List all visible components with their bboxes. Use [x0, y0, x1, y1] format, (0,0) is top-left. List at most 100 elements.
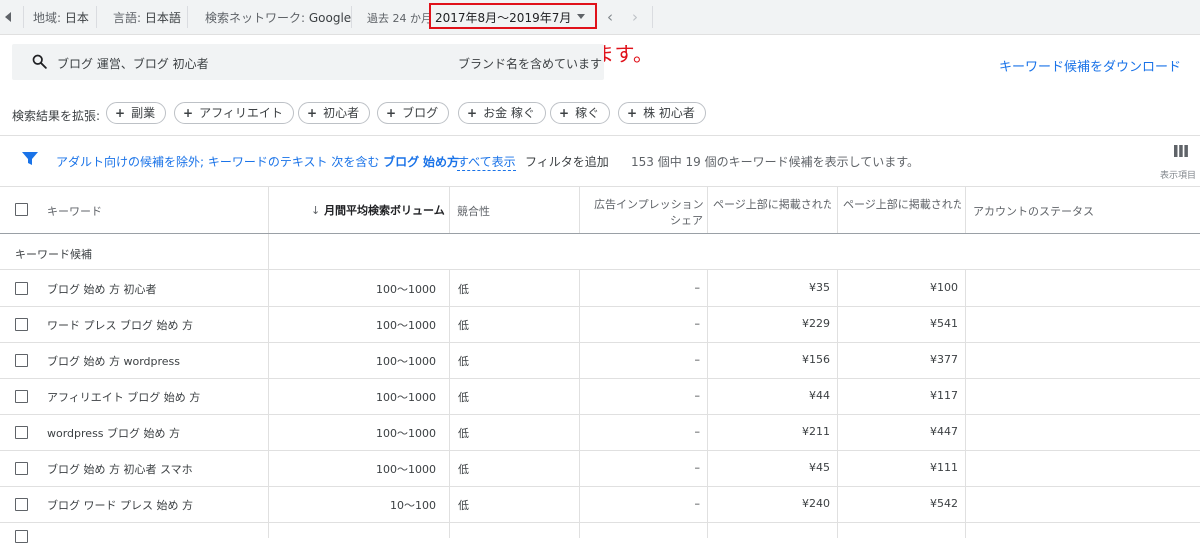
bid-high-cell: ¥117 — [930, 389, 958, 402]
chevron-left-icon[interactable]: ‹ — [607, 8, 613, 26]
show-all-link[interactable]: すべて表示 — [457, 153, 516, 171]
search-icon — [32, 54, 47, 69]
keyword-cell: ワード プレス ブログ 始め 方 — [47, 319, 193, 332]
bid-high-cell: ¥447 — [930, 425, 958, 438]
volume-cell: 100～1000 — [376, 463, 436, 476]
bid-high-cell: ¥100 — [930, 281, 958, 294]
row-checkbox[interactable] — [15, 390, 28, 403]
date-range-value: 2017年8月～2019年7月 — [435, 11, 572, 25]
filter-term: 始め方 — [423, 155, 460, 169]
column-divider — [579, 187, 580, 233]
chip-label: ブログ — [402, 106, 439, 120]
location-value: 日本 — [64, 11, 89, 25]
volume-cell: 10～100 — [390, 499, 436, 512]
keyword-cell: wordpress ブログ 始め 方 — [47, 427, 181, 440]
brand-option[interactable]: ブランド名を含めています — [458, 55, 602, 72]
columns-label: 表示項目 — [1160, 171, 1197, 181]
row-checkbox[interactable] — [15, 282, 28, 295]
row-checkbox[interactable] — [15, 426, 28, 439]
column-divider — [707, 187, 708, 233]
column-divider — [449, 187, 450, 233]
expand-chip[interactable]: + 副業 — [106, 102, 167, 124]
bid-low-cell: ¥44 — [809, 389, 830, 402]
header-divider — [0, 233, 1200, 234]
divider — [96, 6, 97, 28]
expand-chip[interactable]: + 稼ぐ — [550, 102, 611, 124]
location-label: 地域: — [33, 11, 62, 25]
row-checkbox[interactable] — [15, 462, 28, 475]
network-filter[interactable]: 検索ネットワーク: Google — [205, 9, 351, 26]
add-filter-button[interactable]: フィルタを追加 — [525, 153, 609, 170]
row-checkbox[interactable] — [15, 318, 28, 331]
date-range-select[interactable]: 2017年8月～2019年7月 — [429, 3, 597, 29]
table-row[interactable]: ブログ 始め 方 初心者 スマホ 100～1000 低 – ¥45 ¥111 — [0, 450, 1200, 487]
column-divider — [965, 187, 966, 233]
table-row[interactable]: アフィリエイト ブログ 始め 方 100～1000 低 – ¥44 ¥117 — [0, 378, 1200, 415]
language-label: 言語: — [113, 11, 142, 25]
chip-label: 株 初心者 — [643, 106, 695, 120]
language-filter[interactable]: 言語: 日本語 — [113, 9, 181, 26]
dropdown-arrow-icon — [577, 14, 585, 19]
divider — [187, 6, 188, 28]
keyword-cell: ブログ 始め 方 初心者 — [47, 283, 157, 296]
bid-low-cell: ¥211 — [802, 425, 830, 438]
row-checkbox[interactable] — [15, 498, 28, 511]
filter-icon[interactable] — [22, 152, 38, 166]
active-filter[interactable]: アダルト向けの候補を除外; キーワードのテキスト 次を含む ブログ 始め方 — [56, 153, 459, 170]
row-checkbox[interactable] — [15, 530, 28, 543]
header-volume[interactable]: ↓ 月間平均検索ボリューム — [311, 202, 445, 218]
bid-low-cell: ¥35 — [809, 281, 830, 294]
expand-chip[interactable]: + 初心者 — [298, 102, 371, 124]
plus-icon: + — [559, 106, 570, 120]
plus-icon: + — [627, 106, 638, 120]
filter-bar: 地域: 日本 言語: 日本語 検索ネットワーク: Google 過去 24 か月… — [0, 0, 1200, 35]
header-account-status[interactable]: アカウントのステータス — [973, 203, 1094, 219]
expand-label: 検索結果を拡張: — [12, 109, 101, 123]
expand-chip[interactable]: + お金 稼ぐ — [458, 102, 546, 124]
plus-icon: + — [115, 106, 126, 120]
chip-label: 稼ぐ — [575, 106, 600, 120]
table-row[interactable]: ブログ 始め 方 初心者 100～1000 低 – ¥35 ¥100 — [0, 270, 1200, 307]
table-row[interactable]: ワード プレス ブログ 始め 方 100～1000 低 – ¥229 ¥541 — [0, 306, 1200, 343]
keyword-cell: ブログ 始め 方 初心者 スマホ — [47, 463, 193, 476]
expand-chip[interactable]: + アフィリエイト — [174, 102, 294, 124]
bid-low-cell: ¥229 — [802, 317, 830, 330]
chip-label: 初心者 — [323, 106, 360, 120]
sort-down-icon: ↓ — [311, 204, 321, 217]
filter-term: ブログ — [383, 155, 420, 169]
select-all-checkbox[interactable] — [15, 203, 28, 216]
header-bid-high[interactable]: ページ上部に掲載された — [843, 196, 961, 212]
competition-cell: 低 — [458, 499, 469, 512]
competition-cell: 低 — [458, 463, 469, 476]
impression-cell: – — [694, 497, 701, 510]
keyword-cell: アフィリエイト ブログ 始め 方 — [47, 391, 201, 404]
table-row[interactable]: ブログ ワード プレス 始め 方 10～100 低 – ¥240 ¥542 — [0, 486, 1200, 523]
expand-chip[interactable]: + 株 初心者 — [618, 102, 706, 124]
network-label: 検索ネットワーク: — [205, 11, 306, 25]
header-competition[interactable]: 競合性 — [457, 203, 490, 219]
header-impression-share[interactable]: 広告インプレッション — [594, 196, 704, 212]
header-volume-label: 月間平均検索ボリューム — [324, 204, 445, 217]
divider — [652, 6, 653, 28]
volume-cell: 100～1000 — [376, 355, 436, 368]
table-row[interactable]: wordpress ブログ 始め 方 100～1000 低 – ¥211 ¥44… — [0, 414, 1200, 451]
table-row[interactable]: ブログ 始め 方 wordpress 100～1000 低 – ¥156 ¥37… — [0, 342, 1200, 379]
competition-cell: 低 — [458, 391, 469, 404]
impression-cell: – — [694, 425, 701, 438]
impression-cell: – — [694, 317, 701, 330]
search-query: ブログ 運営、ブログ 初心者 — [57, 57, 209, 71]
collapse-arrow-icon[interactable] — [3, 9, 17, 25]
header-keyword[interactable]: キーワード — [47, 203, 102, 219]
chip-label: アフィリエイト — [199, 106, 283, 120]
competition-cell: 低 — [458, 283, 469, 296]
header-bid-low[interactable]: ページ上部に掲載された — [713, 196, 831, 212]
impression-cell: – — [694, 389, 701, 402]
row-checkbox[interactable] — [15, 354, 28, 367]
bid-high-cell: ¥542 — [930, 497, 958, 510]
expand-chip[interactable]: + ブログ — [377, 102, 450, 124]
competition-cell: 低 — [458, 355, 469, 368]
columns-icon[interactable] — [1174, 145, 1188, 157]
chevron-right-icon[interactable]: › — [632, 8, 638, 26]
location-filter[interactable]: 地域: 日本 — [33, 9, 89, 26]
download-link[interactable]: キーワード候補をダウンロード — [999, 56, 1181, 75]
